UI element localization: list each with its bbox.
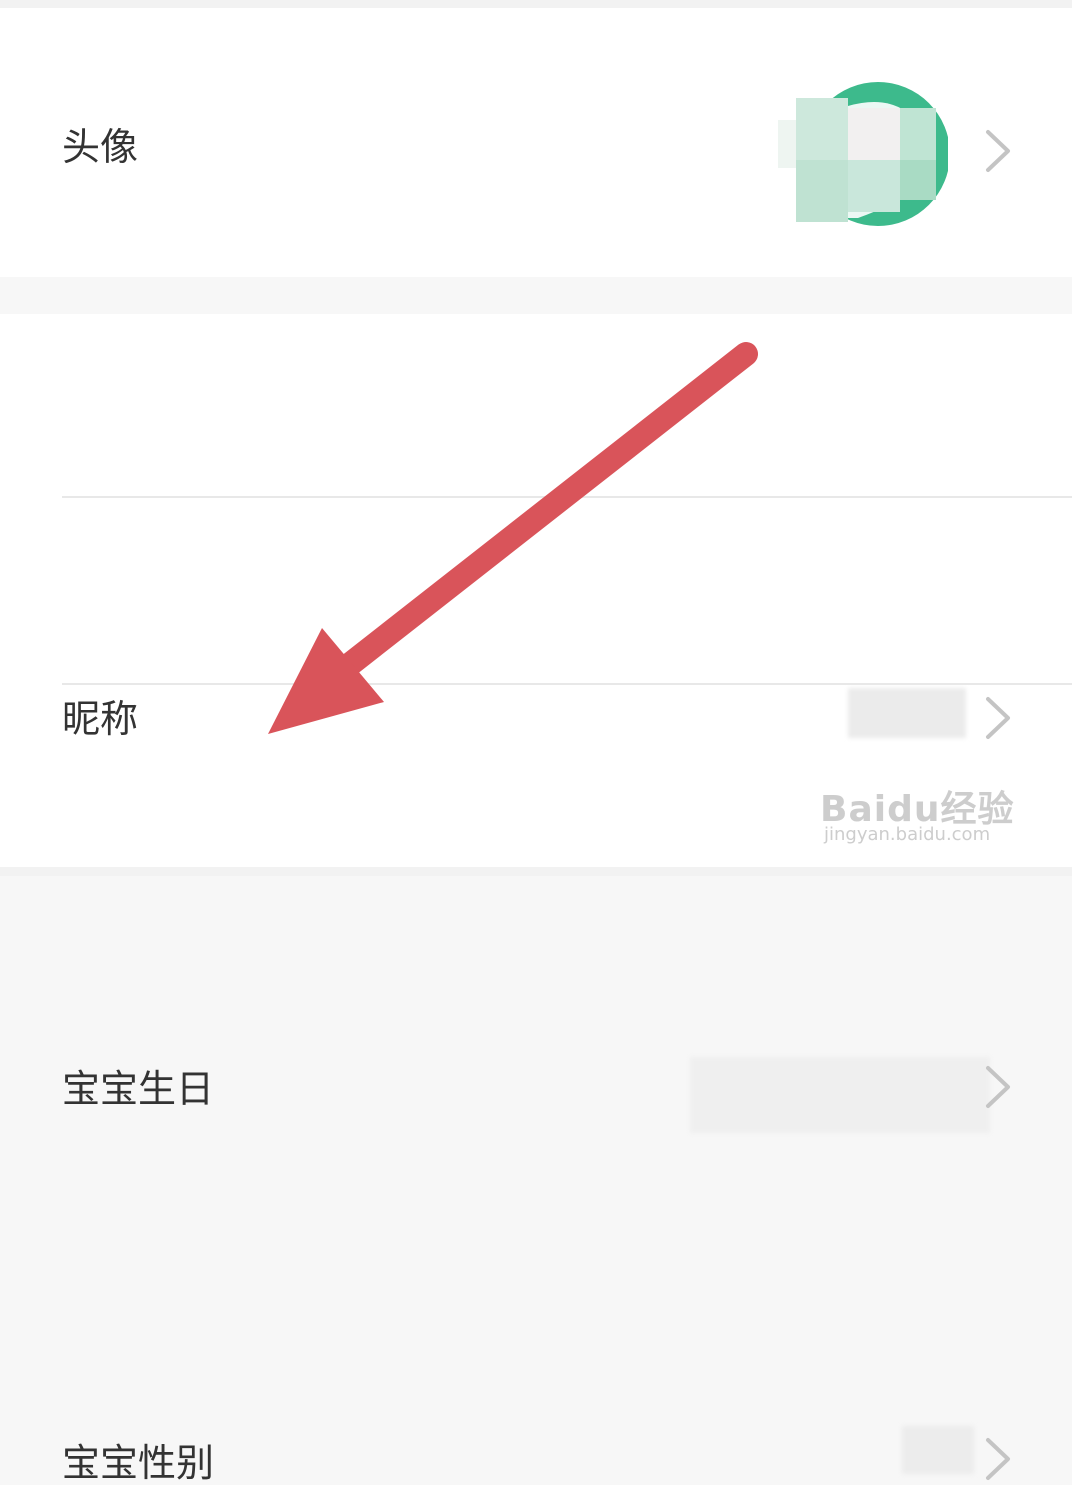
chevron-right-icon (980, 1437, 1016, 1481)
baby-gender-label: 宝宝性别 (62, 1441, 215, 1485)
avatar[interactable] (778, 78, 950, 228)
baby-birthday-label: 宝宝生日 (62, 1067, 215, 1111)
chevron-right-icon (980, 1065, 1016, 1109)
watermark-url: jingyan.baidu.com (824, 824, 991, 845)
avatar-row[interactable]: 头像 (0, 8, 1072, 277)
nickname-row[interactable]: 昵称 (0, 314, 1072, 739)
birthday-value-redacted (690, 1057, 990, 1133)
bottom-divider (0, 867, 1072, 876)
baidu-jingyan-watermark: Baidu经验 jingyan.baidu.com (820, 780, 1020, 860)
gender-value-redacted (902, 1426, 974, 1474)
baby-birthday-row[interactable]: 宝宝生日 (0, 497, 1072, 1133)
avatar-label: 头像 (62, 125, 139, 169)
chevron-right-icon (980, 129, 1016, 173)
top-divider (0, 0, 1072, 8)
